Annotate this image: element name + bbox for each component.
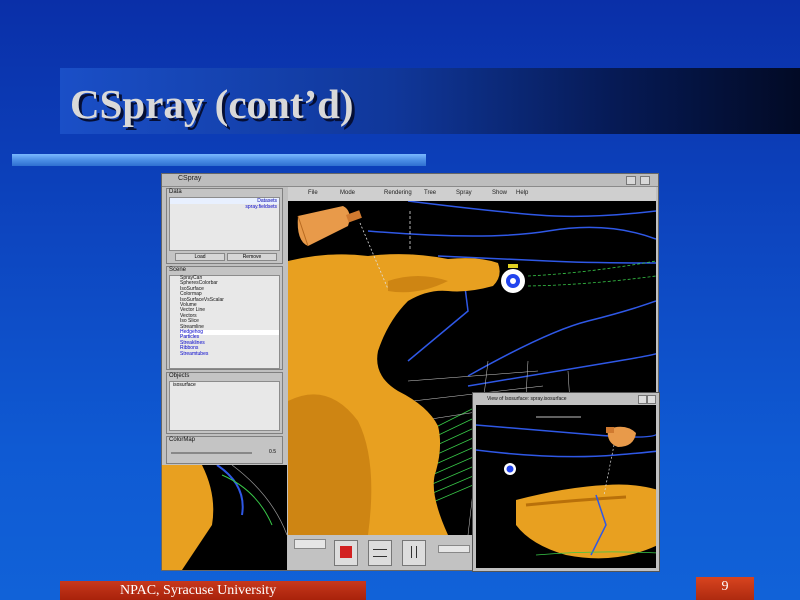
contour-line xyxy=(407,201,656,218)
stop-button[interactable] xyxy=(334,540,358,566)
objects-panel-label: Objects xyxy=(169,373,190,379)
inset-minimize-button[interactable] xyxy=(638,395,647,404)
spray-bottle xyxy=(297,206,362,247)
minimize-button[interactable] xyxy=(626,176,636,185)
inset-spray-ball xyxy=(504,463,516,475)
contour-line xyxy=(367,226,656,240)
isosurface-view-window[interactable]: View of Isosurface: spray.isosurface xyxy=(472,392,660,572)
menu-item[interactable]: Rendering xyxy=(384,190,412,196)
menu-item[interactable]: Mode xyxy=(340,190,355,196)
menu-item[interactable]: Show xyxy=(492,190,507,196)
inset-isosurface xyxy=(516,484,656,559)
spray-ball[interactable] xyxy=(501,264,525,293)
menu-item[interactable]: Spray xyxy=(456,190,472,196)
inset-title: View of Isosurface: spray.isosurface xyxy=(487,396,567,402)
toolbar-field-2[interactable] xyxy=(438,545,470,553)
inset-spray-bottle xyxy=(606,426,636,447)
maximize-button[interactable] xyxy=(640,176,650,185)
colormap-value: 0.5 xyxy=(269,449,276,455)
objects-list[interactable]: isosurface xyxy=(169,381,280,431)
scene-panel-label: Scene xyxy=(169,267,187,273)
page-number: 9 xyxy=(721,579,729,594)
scene-panel: Scene SprayCan SpheresColorbar IsoSurface C… xyxy=(166,266,283,370)
data-list-item[interactable]: spray.fieldsets xyxy=(170,204,279,210)
load-button[interactable]: Load xyxy=(175,253,225,261)
scene-list[interactable]: SprayCan SpheresColorbar IsoSurface Colorma… xyxy=(169,275,280,369)
footer-text: NPAC, Syracuse University xyxy=(120,583,277,598)
toolbar-field[interactable] xyxy=(294,539,326,549)
colormap-panel-label: ColorMap xyxy=(169,437,196,443)
data-panel: Data Datasets spray.fieldsets Load Remov… xyxy=(166,188,283,264)
contour-line xyxy=(467,300,656,377)
colormap-panel: ColorMap 0.5 xyxy=(166,436,283,464)
remove-button[interactable]: Remove xyxy=(227,253,277,261)
inset-close-button[interactable] xyxy=(647,395,656,404)
menu-bar: File Mode Rendering Tree Spray Show Help xyxy=(288,187,656,201)
zoom-button[interactable] xyxy=(402,540,426,566)
colormap-slider[interactable] xyxy=(171,452,252,454)
window-titlebar[interactable]: CSpray xyxy=(162,174,658,187)
menu-item[interactable]: Tree xyxy=(424,190,436,196)
inset-3d-view[interactable] xyxy=(476,405,656,568)
inset-render xyxy=(476,416,656,559)
cspray-screenshot: CSpray Data Datasets spray.fieldsets Loa… xyxy=(161,173,660,572)
inset-contour xyxy=(476,449,656,458)
data-list[interactable]: Datasets spray.fieldsets xyxy=(169,197,280,251)
menu-item[interactable]: Help xyxy=(516,190,528,196)
rotate-button[interactable] xyxy=(368,540,392,566)
menu-item[interactable]: File xyxy=(308,190,318,196)
objects-panel: Objects isosurface xyxy=(166,372,283,434)
objects-item[interactable]: isosurface xyxy=(170,382,279,388)
bottom-toolbar xyxy=(288,535,474,570)
title-underline xyxy=(12,154,426,166)
data-panel-label: Data xyxy=(169,189,182,195)
contour-line xyxy=(467,351,656,387)
slide-title: CSpray (cont’d) xyxy=(70,81,354,127)
window-title: CSpray xyxy=(178,175,202,182)
scene-list-item[interactable]: Streamtubes xyxy=(180,351,279,357)
thumbnail-view xyxy=(162,465,287,570)
